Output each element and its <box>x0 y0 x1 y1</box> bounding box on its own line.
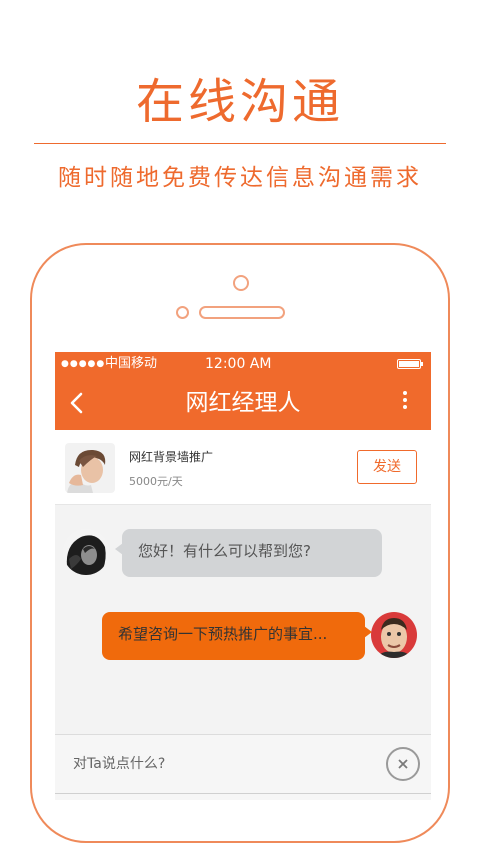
phone-speaker <box>199 306 285 319</box>
status-bar: ●●●●● 中国移动 12:00 AM <box>55 352 431 376</box>
incoming-message: 您好！有什么可以帮到您? <box>115 529 382 577</box>
subheadline: 随时随地免费传达信息沟通需求 <box>58 165 422 191</box>
input-divider <box>55 793 431 794</box>
message-input[interactable]: 对Ta说点什么? <box>73 735 373 793</box>
user-avatar <box>371 612 417 658</box>
product-name: 网红背景墙推广 <box>129 450 214 464</box>
agent-avatar <box>63 529 109 575</box>
nav-bar: 网红经理人 <box>55 376 431 430</box>
headline: 在线沟通 <box>135 74 344 130</box>
headline-divider <box>34 143 446 144</box>
phone-camera <box>233 275 249 291</box>
chat-area: 您好！有什么可以帮到您? 希望咨询一下预热推广的事宜... <box>55 505 431 735</box>
close-button[interactable] <box>386 747 420 781</box>
signal-icon: ●●●●● <box>61 359 106 369</box>
phone-screen: ●●●●● 中国移动 12:00 AM 网红经理人 网红背景墙推广 5000元/… <box>55 352 431 800</box>
outgoing-message: 希望咨询一下预热推广的事宜... <box>102 612 372 660</box>
more-menu-button[interactable] <box>395 388 415 418</box>
product-card: 网红背景墙推广 5000元/天 发送 <box>55 430 431 505</box>
status-time: 12:00 AM <box>205 356 272 372</box>
battery-icon <box>397 359 423 369</box>
carrier-label: 中国移动 <box>105 356 158 371</box>
close-icon <box>398 759 408 769</box>
send-button[interactable]: 发送 <box>357 450 417 484</box>
input-bar: 对Ta说点什么? <box>55 734 431 800</box>
page-title: 网红经理人 <box>185 390 301 416</box>
product-thumbnail <box>65 443 115 493</box>
more-vertical-icon <box>403 391 407 395</box>
product-price: 5000元/天 <box>129 475 183 488</box>
phone-sensor <box>176 306 189 319</box>
